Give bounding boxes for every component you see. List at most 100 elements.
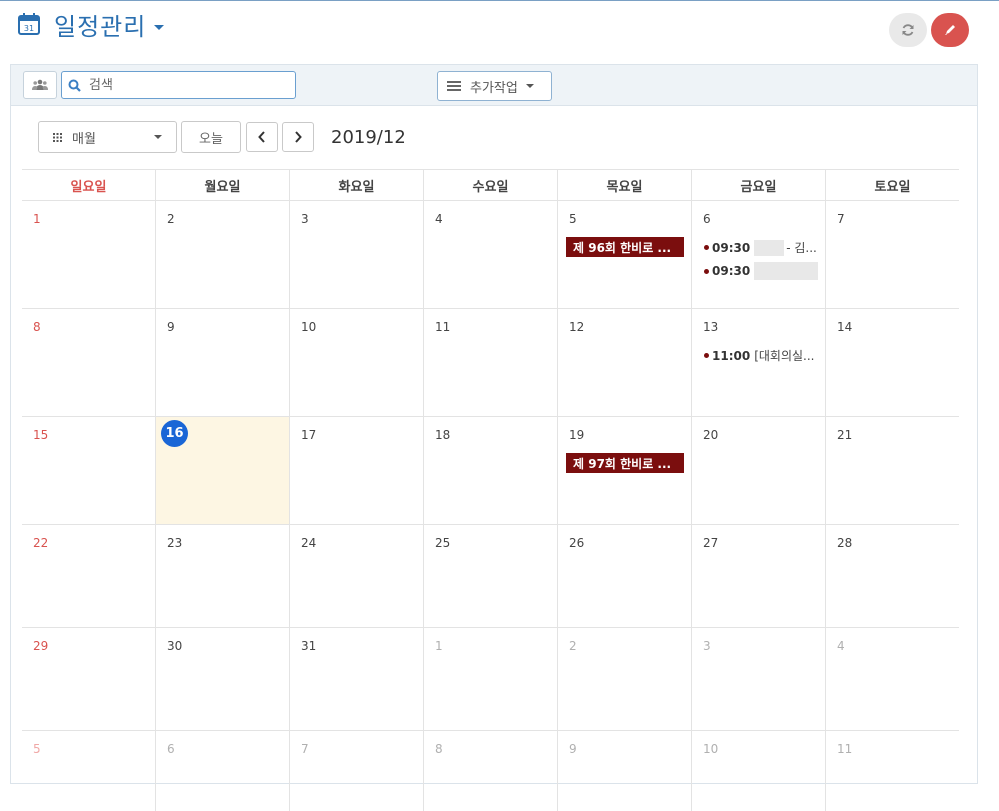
day-cell[interactable]: 3 [289, 201, 423, 308]
calendar-week: 8 9 10 11 12 13 11:00 [대회의실... 14 [22, 309, 959, 417]
day-cell[interactable]: 21 [825, 417, 959, 524]
day-cell-other-month[interactable]: 5 [22, 731, 155, 811]
event-item[interactable]: 09:30 [704, 262, 819, 280]
event-dot [704, 245, 709, 250]
day-cell-other-month[interactable]: 8 [423, 731, 557, 811]
day-number: 2 [167, 212, 175, 226]
event-title: - 김... [786, 241, 817, 255]
day-cell[interactable]: 9 [155, 309, 289, 416]
extra-actions-dropdown[interactable]: 추가작업 [437, 71, 552, 101]
day-cell[interactable]: 22 [22, 525, 155, 627]
day-cell-other-month[interactable]: 7 [289, 731, 423, 811]
day-number: 19 [569, 428, 585, 442]
menu-icon [447, 81, 461, 91]
day-cell[interactable]: 8 [22, 309, 155, 416]
weekday-label: 일요일 [70, 179, 107, 195]
chevron-down-icon[interactable] [154, 24, 165, 30]
day-cell[interactable]: 11 [423, 309, 557, 416]
day-cell[interactable]: 12 [557, 309, 691, 416]
day-cell-other-month[interactable]: 3 [691, 628, 825, 730]
calendar-icon: 31 [18, 13, 40, 35]
day-cell[interactable]: 4 [423, 201, 557, 308]
day-cell[interactable]: 27 [691, 525, 825, 627]
day-number: 18 [435, 428, 451, 442]
day-cell[interactable]: 7 [825, 201, 959, 308]
day-cell[interactable]: 30 [155, 628, 289, 730]
view-mode-label: 매월 [72, 131, 96, 147]
day-number: 10 [301, 320, 317, 334]
day-number: 6 [167, 742, 175, 756]
day-cell[interactable]: 31 [289, 628, 423, 730]
today-button[interactable]: 오늘 [181, 121, 241, 153]
group-filter-button[interactable] [23, 71, 57, 99]
day-cell[interactable]: 13 11:00 [대회의실... [691, 309, 825, 416]
day-cell[interactable]: 29 [22, 628, 155, 730]
day-number: 4 [435, 212, 443, 226]
day-cell-other-month[interactable]: 1 [423, 628, 557, 730]
day-cell-other-month[interactable]: 2 [557, 628, 691, 730]
event-title: [대회의실... [754, 349, 815, 363]
day-number: 26 [569, 536, 585, 550]
day-cell[interactable]: 28 [825, 525, 959, 627]
new-schedule-button[interactable] [931, 13, 969, 47]
page-title[interactable]: 일정관리 [54, 7, 146, 42]
day-cell[interactable]: 2 [155, 201, 289, 308]
day-cell[interactable]: 19 제 97회 한비로 ... [557, 417, 691, 524]
event-bar[interactable]: 제 96회 한비로 ... [566, 237, 684, 257]
day-number: 5 [33, 742, 41, 756]
weekday-label: 월요일 [155, 170, 289, 200]
day-cell[interactable]: 5 제 96회 한비로 ... [557, 201, 691, 308]
day-cell-other-month[interactable]: 9 [557, 731, 691, 811]
day-number: 28 [837, 536, 853, 550]
day-number: 12 [569, 320, 585, 334]
day-number: 17 [301, 428, 317, 442]
event-bar[interactable]: 제 97회 한비로 ... [566, 453, 684, 473]
refresh-button[interactable] [889, 13, 927, 47]
day-number: 2 [569, 639, 577, 653]
event-dot [704, 353, 709, 358]
event-time: 09:30 [712, 240, 751, 255]
calendar-week: 5 6 7 8 9 10 11 [22, 731, 959, 811]
day-cell-other-month[interactable]: 6 [155, 731, 289, 811]
day-number: 3 [703, 639, 711, 653]
next-month-button[interactable] [282, 122, 314, 152]
event-time: 11:00 [712, 348, 751, 363]
day-cell[interactable]: 6 09:30 - 김... 09:30 [691, 201, 825, 308]
day-cell[interactable]: 23 [155, 525, 289, 627]
grid-icon [53, 132, 62, 142]
weekday-label: 토요일 [825, 170, 959, 200]
day-cell[interactable]: 26 [557, 525, 691, 627]
day-cell[interactable]: 25 [423, 525, 557, 627]
calendar-week: 15 16 17 18 19 제 97회 한비로 ... 20 21 [22, 417, 959, 525]
view-mode-select[interactable]: 매월 [38, 121, 177, 153]
day-cell[interactable]: 18 [423, 417, 557, 524]
event-item[interactable]: 09:30 - 김... [704, 239, 817, 256]
event-dot [704, 268, 709, 274]
day-cell-today[interactable]: 16 [155, 417, 289, 524]
day-number: 27 [703, 536, 719, 550]
prev-month-button[interactable] [246, 122, 278, 152]
day-number: 20 [703, 428, 719, 442]
users-icon [32, 79, 48, 90]
event-item[interactable]: 11:00 [대회의실... [704, 347, 815, 364]
day-number: 29 [33, 639, 49, 653]
search-box[interactable] [61, 71, 296, 99]
day-cell[interactable]: 1 [22, 201, 155, 308]
day-cell-other-month[interactable]: 4 [825, 628, 959, 730]
day-number: 11 [435, 320, 451, 334]
today-badge: 16 [161, 420, 188, 447]
day-cell[interactable]: 24 [289, 525, 423, 627]
month-calendar: 일요일 월요일 화요일 수요일 목요일 금요일 토요일 1 2 3 4 5 제 … [22, 169, 959, 811]
day-cell-other-month[interactable]: 10 [691, 731, 825, 811]
day-cell[interactable]: 15 [22, 417, 155, 524]
day-cell-other-month[interactable]: 11 [825, 731, 959, 811]
day-cell[interactable]: 10 [289, 309, 423, 416]
chevron-down-icon [525, 84, 534, 88]
search-input[interactable] [87, 76, 281, 94]
day-cell[interactable]: 14 [825, 309, 959, 416]
chevron-down-icon [154, 135, 162, 139]
day-cell[interactable]: 20 [691, 417, 825, 524]
day-number: 5 [569, 212, 577, 226]
day-cell[interactable]: 17 [289, 417, 423, 524]
day-number: 11 [837, 742, 853, 756]
